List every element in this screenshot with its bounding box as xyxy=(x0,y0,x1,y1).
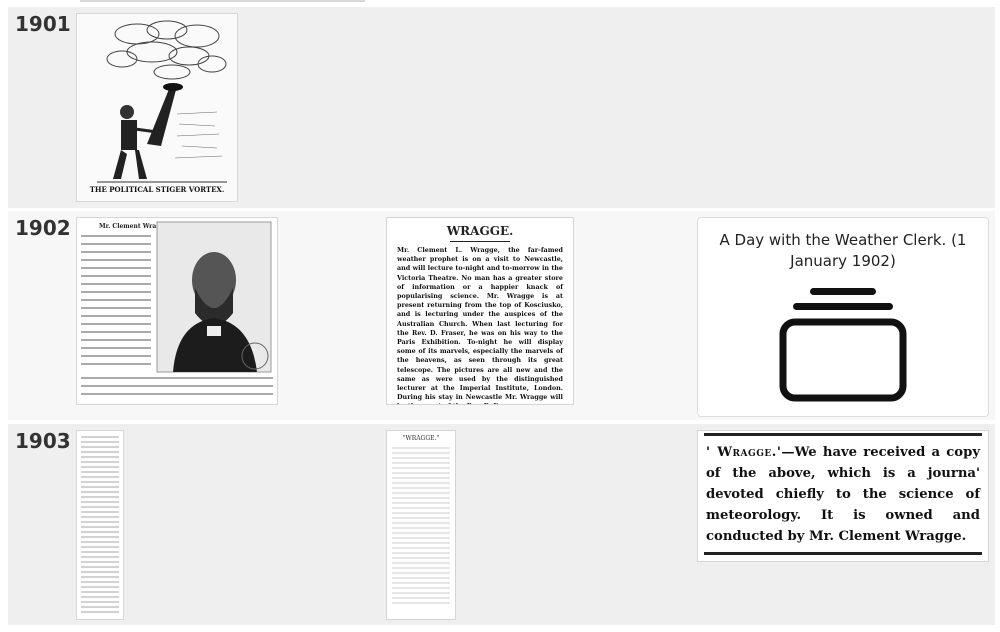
year-label: 1903 xyxy=(15,429,71,453)
wragge-article-thumbnail[interactable]: WRAGGE. Mr. Clement L. Wragge, the far-f… xyxy=(386,217,574,405)
wragge-journal-thumbnail[interactable]: "WRAGGE." xyxy=(386,430,456,620)
top-divider xyxy=(80,0,365,2)
weather-clerk-card[interactable]: A Day with the Weather Clerk. (1 January… xyxy=(697,217,989,417)
timeline-row-1903: 1903 "WRAGGE." ' Wragge.'—We have receiv… xyxy=(8,424,995,625)
notice-heading: ' Wragge.' xyxy=(706,445,782,460)
article-heading: WRAGGE. xyxy=(446,224,514,238)
year-label: 1902 xyxy=(15,216,71,240)
cartoon-caption: THE POLITICAL STIGER VORTEX. xyxy=(90,185,225,194)
column-clipping-thumbnail[interactable] xyxy=(76,430,124,620)
timeline-row-1902: 1902 Mr. Clement Wragge. WRAGGE. Mr. Cle… xyxy=(8,211,995,420)
journal-notice-thumbnail[interactable]: ' Wragge.'—We have received a copy of th… xyxy=(697,430,989,562)
timeline-row-1901: 1901 THE POLITICAL STIGER VORTEX. xyxy=(8,7,995,208)
archive-box-icon xyxy=(779,288,907,402)
card-title: A Day with the Weather Clerk. (1 January… xyxy=(719,231,967,270)
article-body: Mr. Clement L. Wragge, the far-famed wea… xyxy=(397,246,563,404)
year-label: 1901 xyxy=(15,12,71,36)
portrait-clipping-thumbnail[interactable]: Mr. Clement Wragge. xyxy=(76,217,278,405)
cartoon-thumbnail[interactable]: THE POLITICAL STIGER VORTEX. xyxy=(76,13,238,202)
journal-heading: "WRAGGE." xyxy=(402,435,440,442)
